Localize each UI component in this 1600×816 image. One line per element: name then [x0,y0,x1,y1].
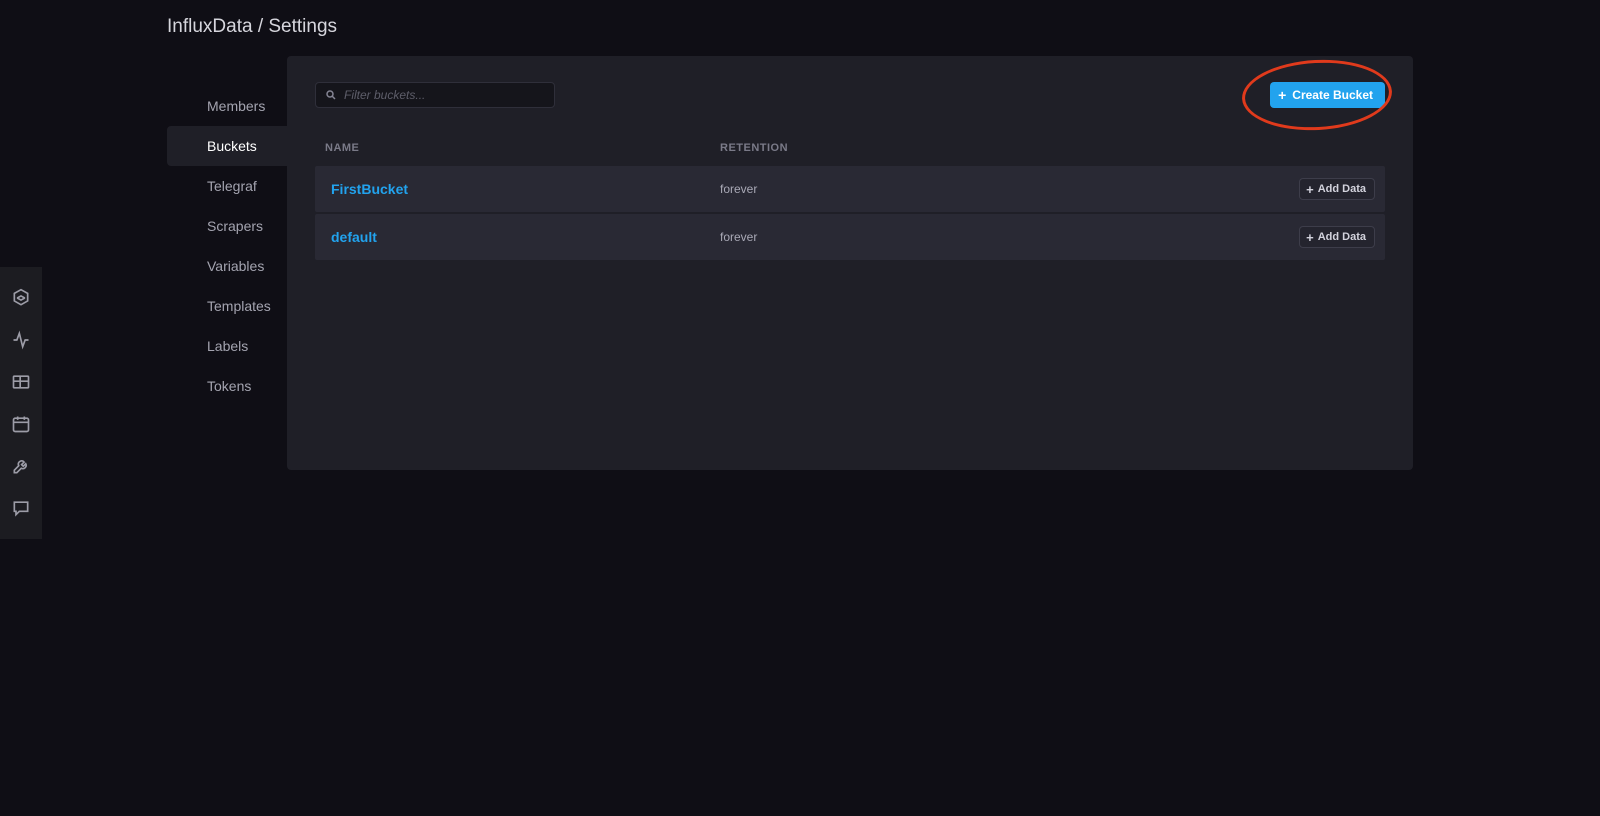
panel-toolbar: + Create Bucket [315,82,1385,108]
main-area: InfluxData / Settings Members Buckets Te… [167,0,1413,816]
wrench-icon [11,456,31,476]
plus-icon: + [1306,231,1314,244]
nav-chat-icon[interactable] [0,487,42,529]
calendar-icon [11,414,31,434]
tab-telegraf[interactable]: Telegraf [167,166,287,206]
bucket-row: default forever + Add Data [315,214,1385,260]
tab-members[interactable]: Members [167,86,287,126]
bucket-retention: forever [720,230,1299,244]
activity-icon [11,330,31,350]
filter-buckets-input[interactable] [315,82,555,108]
add-data-button[interactable]: + Add Data [1299,178,1375,200]
add-data-button[interactable]: + Add Data [1299,226,1375,248]
nav-calendar-icon[interactable] [0,403,42,445]
nav-activity-icon[interactable] [0,319,42,361]
nav-hex-icon[interactable] [0,277,42,319]
content-wrap: Members Buckets Telegraf Scrapers Variab… [167,56,1413,470]
bucket-row: FirstBucket forever + Add Data [315,166,1385,212]
tab-tokens[interactable]: Tokens [167,366,287,406]
search-wrap [315,82,555,108]
col-header-actions [1285,142,1385,154]
nav-icon-rail [0,267,42,539]
add-data-label: Add Data [1318,231,1366,243]
bucket-name-link[interactable]: default [331,229,720,245]
grid-icon [11,372,31,392]
hex-icon [11,288,31,308]
search-icon [325,89,337,101]
tab-templates[interactable]: Templates [167,286,287,326]
add-data-label: Add Data [1318,183,1366,195]
create-bucket-wrap: + Create Bucket [1270,82,1385,108]
create-bucket-button[interactable]: + Create Bucket [1270,82,1385,108]
tab-variables[interactable]: Variables [167,246,287,286]
bucket-retention: forever [720,182,1299,196]
col-header-name[interactable]: NAME [325,142,720,154]
table-header: NAME RETENTION [315,142,1385,166]
tab-scrapers[interactable]: Scrapers [167,206,287,246]
nav-wrench-icon[interactable] [0,445,42,487]
settings-tabs: Members Buckets Telegraf Scrapers Variab… [167,56,287,406]
col-header-retention[interactable]: RETENTION [720,142,1285,154]
plus-icon: + [1278,88,1286,102]
plus-icon: + [1306,183,1314,196]
nav-grid-icon[interactable] [0,361,42,403]
bucket-name-link[interactable]: FirstBucket [331,181,720,197]
buckets-panel: + Create Bucket NAME RETENTION FirstBuck… [287,56,1413,470]
breadcrumb: InfluxData / Settings [167,16,1413,38]
tab-buckets[interactable]: Buckets [167,126,287,166]
chat-icon [11,498,31,518]
create-bucket-label: Create Bucket [1292,88,1373,102]
tab-labels[interactable]: Labels [167,326,287,366]
